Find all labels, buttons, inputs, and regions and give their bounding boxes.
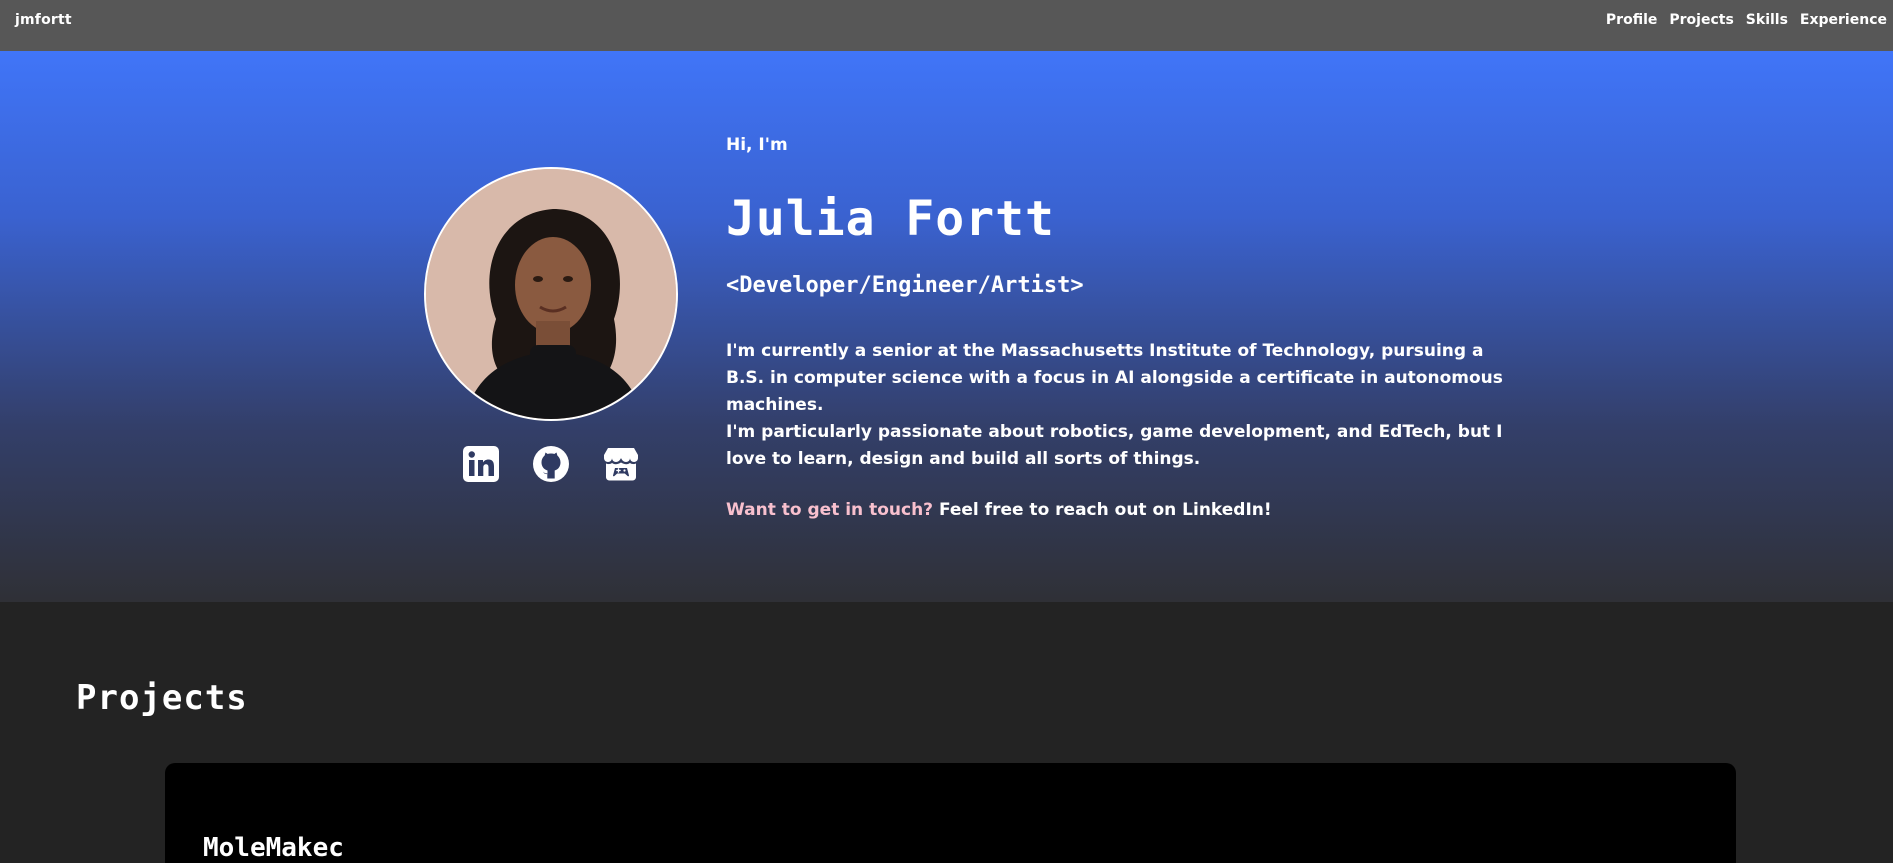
nav-links: Profile Projects Skills Experience (1606, 12, 1887, 28)
nav-link-profile[interactable]: Profile (1606, 12, 1657, 28)
profile-name: Julia Fortt (726, 191, 1055, 247)
github-icon[interactable] (532, 445, 570, 483)
bio-paragraph-2: I'm particularly passionate about roboti… (726, 422, 1503, 469)
contact-text: Feel free to reach out on LinkedIn! (933, 500, 1272, 520)
greeting-text: Hi, I'm (726, 135, 788, 155)
projects-heading: Projects (76, 678, 248, 718)
project-card: MoleMakec (165, 763, 1736, 863)
contact-line: Want to get in touch? Feel free to reach… (726, 500, 1272, 520)
top-navbar: jmfortt Profile Projects Skills Experien… (0, 0, 1893, 51)
brand-link[interactable]: jmfortt (15, 12, 72, 28)
project-title: MoleMakec (203, 833, 344, 863)
bio-paragraph-1: I'm currently a senior at the Massachuse… (726, 341, 1503, 415)
profile-photo (424, 167, 678, 421)
itchio-icon[interactable] (602, 445, 640, 483)
profile-roles: <Developer/Engineer/Artist> (726, 273, 1084, 298)
nav-link-skills[interactable]: Skills (1746, 12, 1788, 28)
profile-section: Hi, I'm Julia Fortt <Developer/Engineer/… (0, 51, 1893, 602)
contact-link[interactable]: Want to get in touch? (726, 500, 933, 520)
nav-link-experience[interactable]: Experience (1800, 12, 1887, 28)
linkedin-icon[interactable] (462, 445, 500, 483)
nav-link-projects[interactable]: Projects (1669, 12, 1733, 28)
social-links (462, 445, 640, 483)
